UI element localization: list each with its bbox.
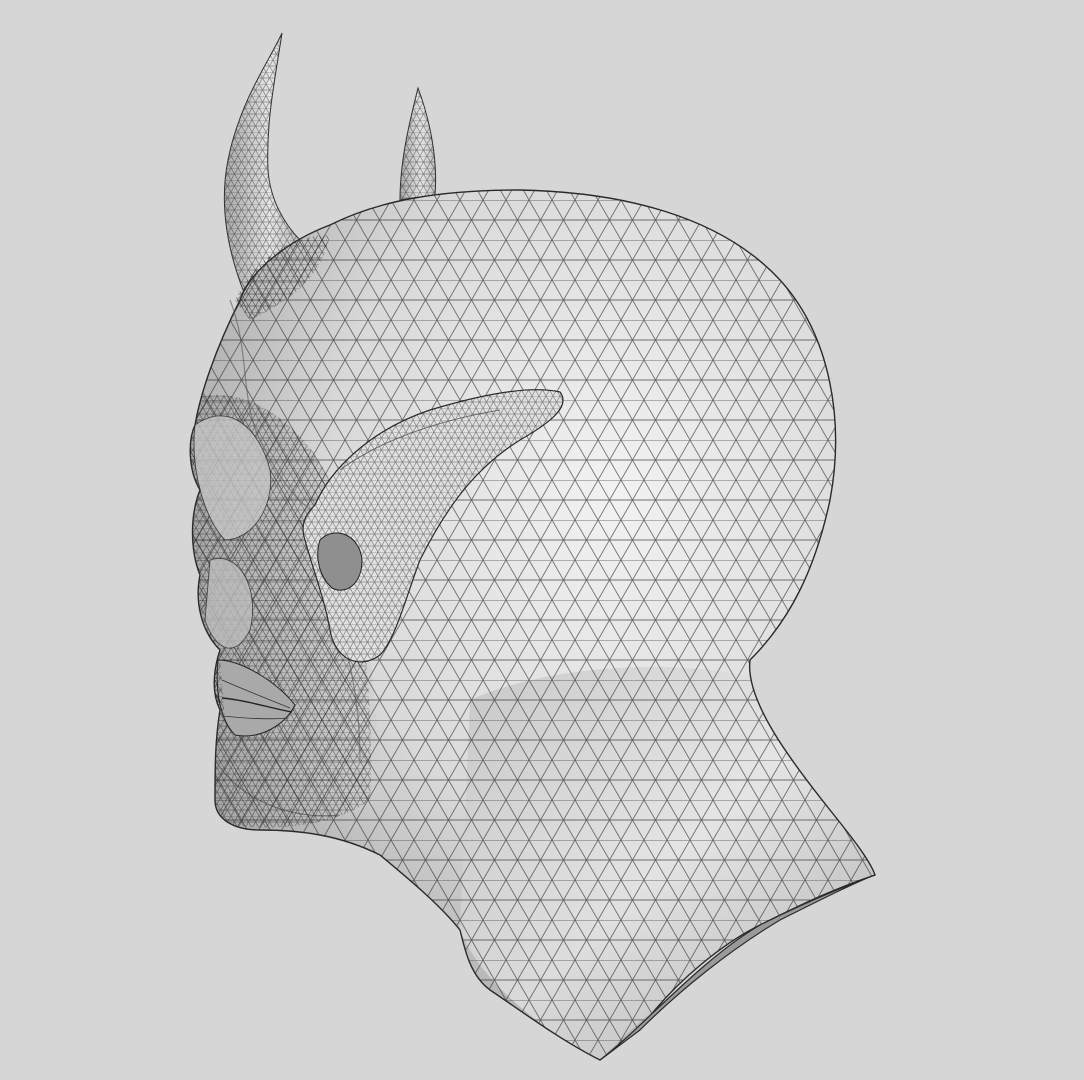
3d-viewport[interactable] — [0, 0, 1084, 1080]
head-mesh — [189, 189, 876, 1061]
right-horn — [399, 86, 437, 201]
mesh-render — [189, 32, 876, 1061]
